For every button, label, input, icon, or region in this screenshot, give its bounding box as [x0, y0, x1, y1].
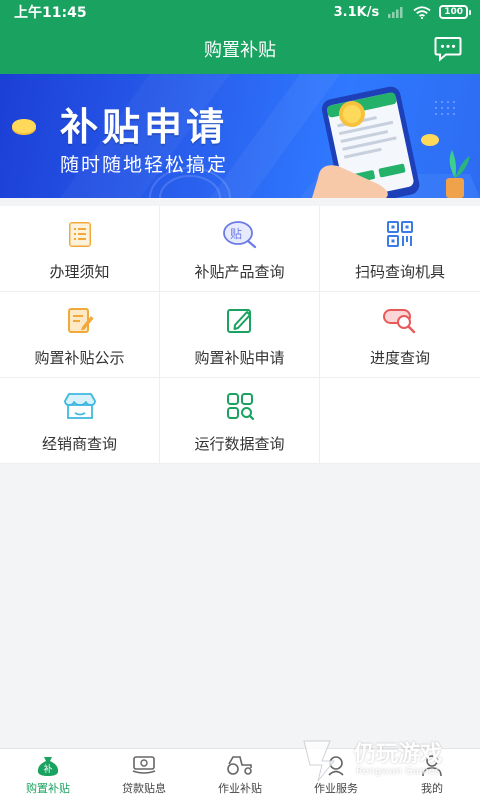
menu-item-progress-query[interactable]: 进度查询 — [320, 292, 480, 378]
money-icon — [132, 756, 156, 774]
menu-empty-cell — [320, 378, 480, 464]
chat-bubble-icon[interactable] — [434, 36, 462, 62]
menu-item-notice[interactable]: 办理须知 — [0, 206, 160, 292]
notice-edit-icon — [67, 308, 93, 333]
app-header: 购置补贴 — [0, 24, 480, 74]
menu-item-label: 运行数据查询 — [194, 435, 285, 453]
subsidy-search-icon: 贴 — [222, 221, 256, 249]
menu-item-label: 办理须知 — [49, 263, 110, 281]
promo-banner[interactable]: 补贴申请 随时随地轻松搞定 — [0, 74, 480, 198]
status-indicators: 3.1K/s 100 — [333, 4, 471, 20]
tab-operation-subsidy[interactable]: 作业补贴 — [192, 749, 288, 800]
tab-subsidy[interactable]: 补 购置补贴 — [0, 749, 96, 800]
menu-item-runtime-data[interactable]: 运行数据查询 — [160, 378, 320, 464]
svg-text:补: 补 — [44, 763, 53, 775]
menu-item-label: 进度查询 — [369, 349, 430, 367]
menu-item-product-query[interactable]: 贴 补贴产品查询 — [160, 206, 320, 292]
menu-item-label: 扫码查询机具 — [354, 263, 445, 281]
menu-item-label: 购置补贴申请 — [194, 349, 285, 367]
tractor-icon — [227, 756, 252, 775]
menu-item-subsidy-notice[interactable]: 购置补贴公示 — [0, 292, 160, 378]
page-title: 购置补贴 — [204, 40, 276, 61]
menu-item-subsidy-apply[interactable]: 购置补贴申请 — [160, 292, 320, 378]
watermark-text: 仍玩游戏 — [354, 742, 443, 767]
wifi-icon — [413, 5, 431, 19]
menu-item-label: 经销商查询 — [41, 435, 117, 453]
svg-text:贴: 贴 — [230, 227, 242, 241]
menu-item-label: 补贴产品查询 — [194, 263, 285, 281]
tab-label: 作业补贴 — [218, 782, 262, 795]
clipboard-list-icon — [68, 222, 91, 247]
edit-form-icon — [226, 309, 251, 333]
menu-item-dealer-query[interactable]: 经销商查询 — [0, 378, 160, 464]
store-icon — [63, 393, 96, 419]
tab-loan[interactable]: 贷款贴息 — [96, 749, 192, 800]
status-time: 上午11:45 — [14, 5, 87, 21]
function-grid: 办理须知 贴 补贴产品查询 扫码查询机具 购置补贴公示 购置补贴申请 进度查询 … — [0, 206, 480, 464]
menu-item-scan-query[interactable]: 扫码查询机具 — [320, 206, 480, 292]
status-bar: 上午11:45 3.1K/s 100 — [0, 0, 480, 24]
progress-search-icon — [383, 309, 416, 334]
watermark-subtext: Rengwan Games — [356, 766, 441, 777]
tab-label: 贷款贴息 — [122, 782, 166, 795]
banner-title: 补贴申请 — [60, 105, 229, 149]
banner-subtitle: 随时随地轻松搞定 — [60, 154, 229, 176]
battery-level: 100 — [444, 7, 463, 17]
qr-code-icon — [387, 221, 413, 247]
subsidy-bag-icon: 补 — [37, 757, 59, 776]
signal-icon — [388, 7, 403, 18]
battery-indicator: 100 — [439, 5, 471, 19]
tab-label: 购置补贴 — [26, 782, 70, 795]
network-speed: 3.1K/s — [333, 4, 380, 20]
menu-item-label: 购置补贴公示 — [34, 349, 125, 367]
grid-search-icon — [226, 393, 254, 421]
